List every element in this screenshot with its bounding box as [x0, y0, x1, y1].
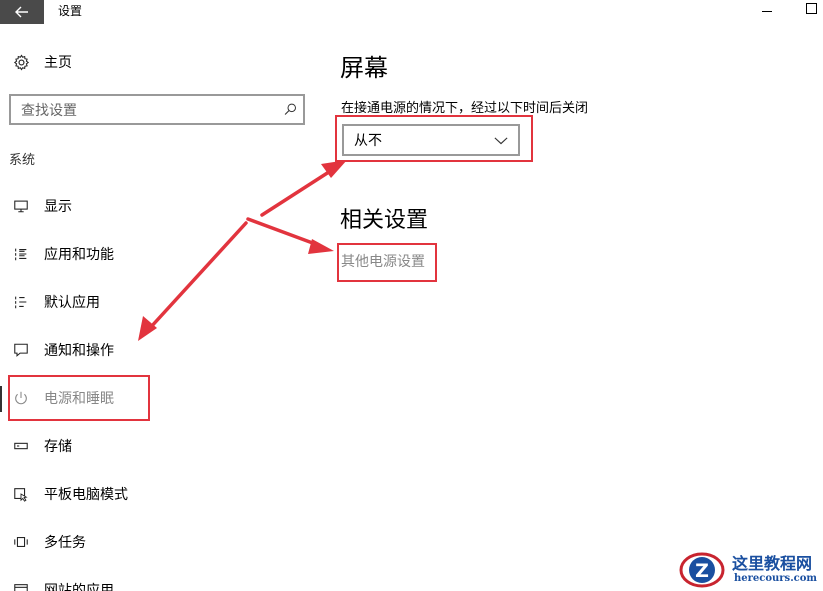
watermark: Z 这里教程网 herecours.com — [676, 546, 823, 591]
gear-icon — [12, 53, 30, 71]
annotation-box-link — [337, 243, 437, 282]
annotation-arrow-to-link — [246, 217, 320, 247]
screen-heading: 屏幕 — [340, 54, 388, 82]
default-apps-icon — [12, 293, 30, 311]
site-logo-icon: Z — [679, 552, 725, 588]
app-list-icon — [12, 245, 30, 263]
annotation-arrowhead-link — [308, 239, 334, 254]
arrow-left-icon — [15, 6, 28, 18]
back-button[interactable] — [0, 0, 44, 24]
sidebar-item-default-apps[interactable]: 默认应用 — [12, 291, 100, 313]
sidebar-item-label: 默认应用 — [44, 295, 100, 311]
sidebar-home-label: 主页 — [44, 55, 72, 71]
minimize-button[interactable] — [760, 3, 774, 17]
sidebar-home[interactable]: 主页 — [12, 52, 72, 72]
annotation-box-dropdown — [335, 115, 533, 162]
sidebar-item-multitasking[interactable]: 多任务 — [12, 531, 86, 553]
notification-icon — [12, 341, 30, 359]
web-apps-icon — [12, 581, 30, 591]
sidebar-item-notifications[interactable]: 通知和操作 — [12, 339, 114, 361]
multitask-icon — [12, 533, 30, 551]
watermark-title: 这里教程网 — [732, 554, 813, 573]
monitor-icon — [12, 197, 30, 215]
annotation-arrowhead-dropdown — [321, 160, 347, 178]
logo-letter: Z — [695, 560, 709, 582]
related-settings-heading: 相关设置 — [340, 208, 429, 233]
sidebar-item-apps-features[interactable]: 应用和功能 — [12, 243, 114, 265]
sidebar-item-display[interactable]: 显示 — [12, 195, 72, 217]
annotation-arrow-to-dropdown — [260, 168, 334, 217]
search-icon[interactable] — [281, 101, 299, 119]
annotation-arrowhead-power — [138, 316, 157, 341]
sidebar-item-label: 平板电脑模式 — [44, 487, 128, 503]
search-input[interactable]: 查找设置 — [9, 94, 305, 125]
sidebar-item-label: 多任务 — [44, 535, 86, 551]
sidebar-item-label: 存储 — [44, 439, 72, 455]
window-title: 设置 — [58, 4, 83, 18]
screen-timeout-description: 在接通电源的情况下，经过以下时间后关闭 — [341, 101, 589, 116]
maximize-button[interactable] — [806, 3, 817, 14]
sidebar-item-tablet-mode[interactable]: 平板电脑模式 — [12, 483, 128, 505]
tablet-mode-icon — [12, 485, 30, 503]
sidebar-item-label: 网站的应用 — [44, 583, 114, 591]
active-indicator — [0, 386, 2, 412]
sidebar-item-label: 显示 — [44, 199, 72, 215]
search-placeholder: 查找设置 — [21, 102, 77, 119]
sidebar-item-label: 应用和功能 — [44, 247, 114, 263]
watermark-url: herecours.com — [734, 573, 818, 584]
annotation-arrow-to-power — [148, 221, 248, 330]
sidebar-item-apps-for-websites[interactable]: 网站的应用 — [12, 579, 114, 591]
section-label-system: 系统 — [9, 153, 36, 168]
storage-icon — [12, 437, 30, 455]
sidebar-item-storage[interactable]: 存储 — [12, 435, 72, 457]
sidebar-item-label: 通知和操作 — [44, 343, 114, 359]
annotation-box-power — [8, 375, 150, 421]
